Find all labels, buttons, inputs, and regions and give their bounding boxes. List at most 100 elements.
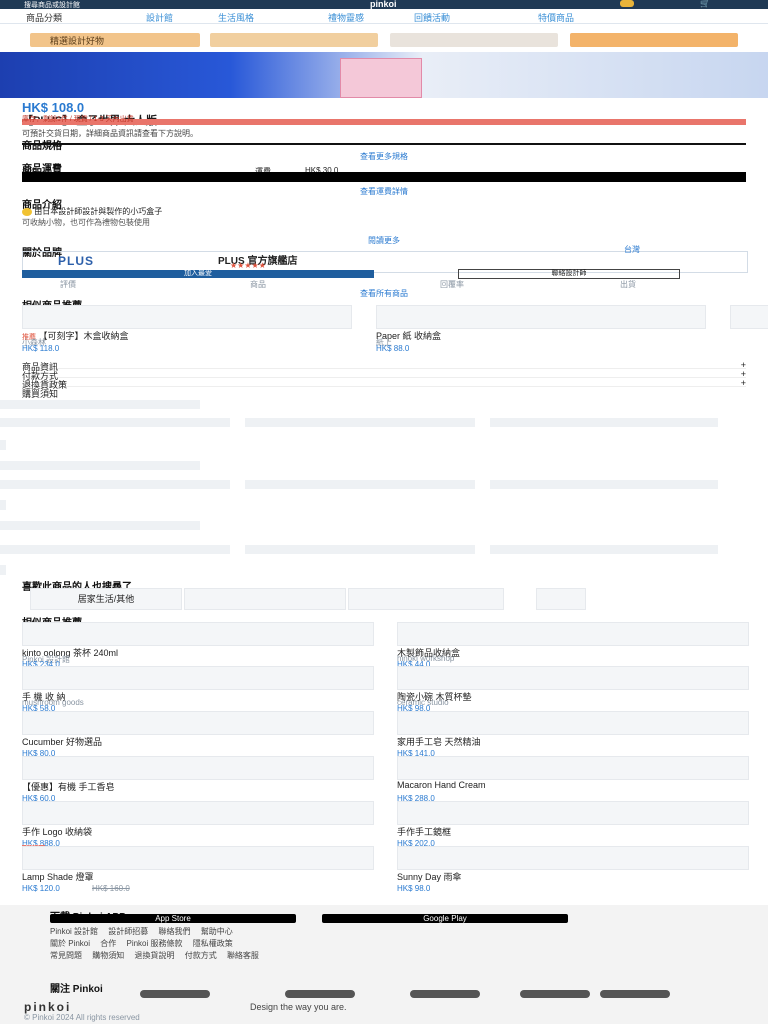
footer-logo[interactable]: pinkoi: [24, 1000, 71, 1014]
product-card-image[interactable]: [22, 756, 374, 780]
accordion-row[interactable]: 商品資訊 +: [22, 360, 746, 372]
accordion-row[interactable]: 付款方式 +: [22, 369, 746, 381]
nav-item[interactable]: 禮物靈感: [328, 11, 364, 24]
tag-chip[interactable]: 居家生活/其他: [30, 588, 182, 610]
promo-banner[interactable]: [570, 33, 738, 47]
tag-chip[interactable]: [536, 588, 586, 610]
similar-item-label: 【可刻字】木盒收納盒: [38, 331, 129, 341]
top-header: 搜尋商品或設計館 pinkoi 🛒: [0, 0, 768, 9]
similar-card-image[interactable]: [376, 305, 706, 329]
product-box-image: [340, 58, 422, 98]
promo-banner[interactable]: 精選設計好物: [30, 33, 200, 47]
footer-link-row: 關於 Pinkoi 合作 Pinkoi 服務條款 隱私權政策: [50, 938, 233, 949]
message-button[interactable]: 聯絡設計師: [458, 269, 680, 279]
footer-link[interactable]: 關於 Pinkoi: [50, 939, 90, 948]
footer-link[interactable]: 常見問題: [50, 951, 82, 960]
nav-item[interactable]: 回饋活動: [414, 11, 450, 24]
similar-price: HK$ 88.0: [376, 344, 410, 353]
product-card-price: HK$ 98.0: [397, 884, 431, 893]
cart-icon[interactable]: 🛒: [700, 0, 710, 8]
footer-link[interactable]: 隱私權政策: [193, 939, 233, 948]
similar-price: HK$ 118.0: [22, 344, 60, 353]
product-card-image[interactable]: [22, 801, 374, 825]
product-card-name[interactable]: 陶瓷小碗 木質杯墊: [397, 690, 747, 703]
follow-title: 關注 Pinkoi: [50, 984, 103, 995]
product-card-name[interactable]: Sunny Day 雨傘: [397, 870, 747, 883]
shipping-selector[interactable]: [22, 172, 746, 182]
accordion-row[interactable]: 購買須知: [22, 387, 746, 399]
product-card-name[interactable]: 手作手工鏡框: [397, 825, 747, 838]
coin-icon[interactable]: [620, 0, 634, 7]
footer-link[interactable]: 聯絡客服: [227, 951, 259, 960]
loading-placeholder: [490, 418, 718, 427]
product-card-image[interactable]: [397, 711, 749, 735]
similar-card-image[interactable]: [22, 305, 352, 329]
tag-chip[interactable]: [348, 588, 504, 610]
product-card-name[interactable]: Lamp Shade 燈罩: [22, 870, 372, 883]
product-card-name[interactable]: 【優惠】有機 手工香皂: [22, 780, 372, 793]
loading-placeholder: [0, 500, 6, 510]
brand-logo[interactable]: PLUS: [58, 254, 94, 268]
loading-placeholder: [0, 461, 200, 470]
product-card-name[interactable]: Cucumber 好物選品: [22, 735, 372, 748]
accordion-label: 購買須知: [22, 389, 59, 399]
googleplay-button[interactable]: Google Play: [322, 914, 568, 923]
product-card-image[interactable]: [397, 801, 749, 825]
follow-button[interactable]: 加入最愛: [22, 270, 374, 278]
footer-link[interactable]: 退換貨說明: [134, 951, 174, 960]
product-card-name[interactable]: Macaron Hand Cream: [397, 780, 747, 790]
product-card-image[interactable]: [397, 846, 749, 870]
footer-link[interactable]: 付款方式: [185, 951, 217, 960]
brand-rating: ★★★★★: [230, 261, 266, 270]
product-desc: 可預計交貨日期，詳細商品資訊請查看下方說明。: [22, 129, 198, 138]
loading-placeholder: [0, 545, 230, 554]
product-card-image[interactable]: [397, 756, 749, 780]
product-card-name[interactable]: 手作 Logo 收納袋: [22, 825, 372, 838]
pinterest-icon[interactable]: [410, 990, 480, 998]
loading-placeholder: [245, 480, 475, 489]
nav-item[interactable]: 生活風格: [218, 11, 254, 24]
product-card-name[interactable]: 家用手工皂 天然精油: [397, 735, 747, 748]
product-card-image[interactable]: [22, 711, 374, 735]
loading-placeholder: [490, 480, 718, 489]
stock-info: 庫存：剩餘1件 / 現貨 / 1-3 天內出貨: [22, 116, 134, 123]
footer-link[interactable]: 幫助中心: [201, 927, 233, 936]
footer-link[interactable]: Pinkoi 設計館: [50, 927, 98, 936]
tiktok-icon[interactable]: [600, 990, 670, 998]
footer-link[interactable]: 合作: [100, 939, 116, 948]
promo-banner[interactable]: [390, 33, 558, 47]
product-card-image[interactable]: [397, 666, 749, 690]
details-accordion: 商品資訊 + 付款方式 + 退換貨政策 + 購買須知: [22, 360, 746, 399]
footer-link[interactable]: 聯絡我們: [158, 927, 190, 936]
intro-text: 由日本設計師設計與製作的小巧盒子: [34, 207, 163, 216]
product-card-image[interactable]: [22, 846, 374, 870]
logo[interactable]: pinkoi: [370, 0, 397, 9]
promo-banner[interactable]: [210, 33, 378, 47]
footer-link[interactable]: 購物須知: [92, 951, 124, 960]
appstore-button[interactable]: App Store: [50, 914, 296, 923]
loading-placeholder: [0, 480, 230, 489]
footer-link-row: 常見問題 購物須知 退換貨說明 付款方式 聯絡客服: [50, 950, 259, 961]
product-card-image[interactable]: [22, 666, 374, 690]
nav-item[interactable]: 設計館: [146, 11, 173, 24]
read-more-link[interactable]: 閱讀更多: [0, 235, 768, 246]
tag-chip[interactable]: [184, 588, 346, 610]
product-card-old-price: HK$ 160.0: [92, 884, 130, 893]
twitter-icon[interactable]: [520, 990, 590, 998]
similar-card-image[interactable]: [730, 305, 768, 329]
nav-item[interactable]: 商品分類: [26, 11, 62, 24]
footer-link[interactable]: Pinkoi 服務條款: [126, 939, 182, 948]
product-card-image[interactable]: [22, 622, 374, 646]
product-card-image[interactable]: [397, 622, 749, 646]
nav-item[interactable]: 特價商品: [538, 11, 574, 24]
more-spec-link[interactable]: 查看更多規格: [0, 151, 768, 162]
loading-placeholder: [0, 418, 230, 427]
brand-all-link[interactable]: 查看所有商品: [0, 288, 768, 299]
footer-link[interactable]: 設計師招募: [108, 927, 148, 936]
accordion-row[interactable]: 退換貨政策 +: [22, 378, 746, 390]
instagram-icon[interactable]: [285, 990, 355, 998]
product-card-name[interactable]: kinto oolong 茶杯 240ml: [22, 646, 372, 659]
loading-placeholder: [0, 521, 200, 530]
shipping-detail-link[interactable]: 查看運費詳情: [0, 186, 768, 197]
facebook-icon[interactable]: [140, 990, 210, 998]
